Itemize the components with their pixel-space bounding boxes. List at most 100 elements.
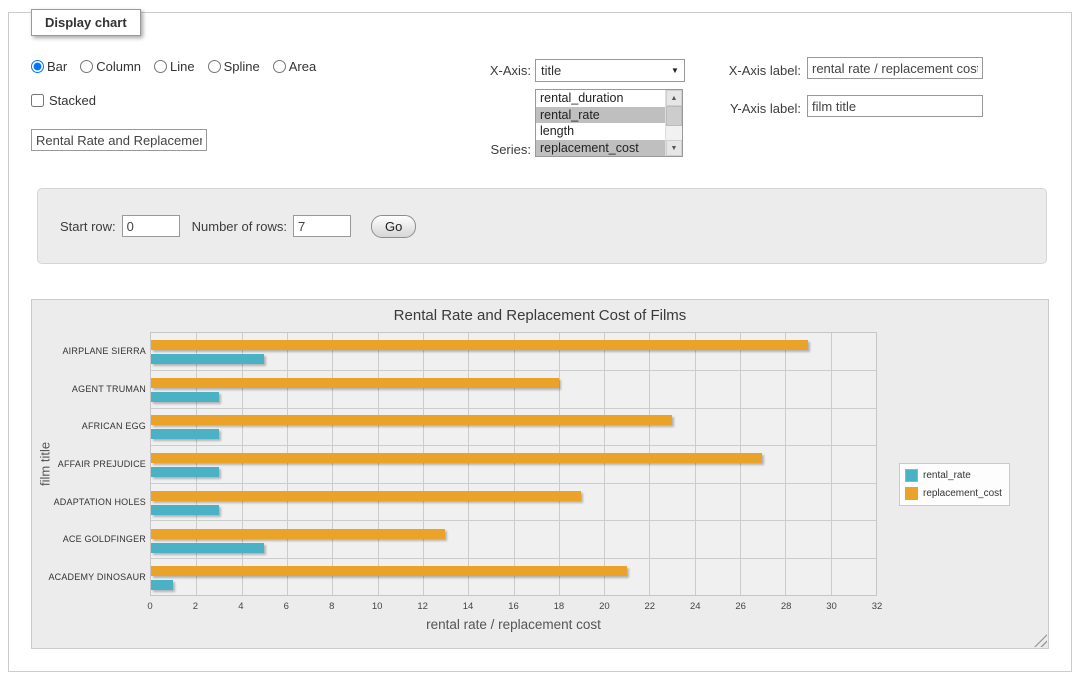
gridline — [740, 333, 741, 595]
bar-replacement_cost — [151, 491, 581, 501]
x-tick-label: 8 — [329, 601, 334, 612]
series-listbox[interactable]: rental_durationrental_ratelengthreplacem… — [535, 89, 683, 157]
listbox-scrollbar[interactable]: ▲ ▼ — [665, 90, 682, 156]
bar-rental_rate — [151, 505, 219, 515]
start-row-input[interactable] — [122, 215, 180, 237]
stacked-label: Stacked — [49, 93, 96, 108]
gridline — [378, 333, 379, 595]
chart-type-radio-area[interactable] — [273, 60, 286, 73]
row-range-box: Start row: Number of rows: Go — [37, 188, 1047, 264]
x-tick-label: 16 — [508, 601, 519, 612]
gridline — [151, 483, 876, 484]
chart-title-input[interactable] — [31, 129, 207, 151]
bar-rental_rate — [151, 354, 264, 364]
gridline — [151, 408, 876, 409]
x-axis-label-field-label: X-Axis label: — [709, 63, 801, 78]
chart-legend: rental_rate replacement_cost — [899, 463, 1010, 506]
category-label: AFFAIR PREJUDICE — [60, 445, 146, 483]
x-axis-select-label: X-Axis: — [439, 63, 531, 78]
series-option-length[interactable]: length — [536, 123, 665, 140]
y-axis-label-input[interactable] — [807, 95, 983, 117]
chart-container: Rental Rate and Replacement Cost of Film… — [31, 299, 1049, 649]
chart-type-column[interactable]: Column — [80, 59, 141, 74]
x-axis-select-value: title — [541, 63, 561, 78]
scroll-up-icon[interactable]: ▲ — [666, 90, 682, 106]
gridline — [151, 445, 876, 446]
x-tick-label: 6 — [284, 601, 289, 612]
x-tick-label: 2 — [193, 601, 198, 612]
chart-type-line[interactable]: Line — [154, 59, 195, 74]
bar-replacement_cost — [151, 378, 559, 388]
chart-type-spline[interactable]: Spline — [208, 59, 260, 74]
gridline — [831, 333, 832, 595]
bar-replacement_cost — [151, 340, 808, 350]
gridline — [604, 333, 605, 595]
series-option-replacement_cost[interactable]: replacement_cost — [536, 140, 665, 157]
x-tick-label: 4 — [238, 601, 243, 612]
bar-rental_rate — [151, 429, 219, 439]
gridline — [332, 333, 333, 595]
chart-type-bar[interactable]: Bar — [31, 59, 67, 74]
gridline — [514, 333, 515, 595]
x-tick-label: 12 — [417, 601, 428, 612]
gridline — [151, 520, 876, 521]
series-select-label: Series: — [439, 142, 531, 157]
start-row-label: Start row: — [60, 219, 116, 234]
gridline — [423, 333, 424, 595]
bar-replacement_cost — [151, 415, 672, 425]
resize-grip-icon[interactable] — [1034, 634, 1047, 647]
x-tick-label: 22 — [645, 601, 656, 612]
gridline — [468, 333, 469, 595]
x-axis-select[interactable]: title ▼ — [535, 59, 685, 82]
x-tick-label: 10 — [372, 601, 383, 612]
x-tick-label: 26 — [735, 601, 746, 612]
category-label: AFRICAN EGG — [60, 407, 146, 445]
category-label: ADAPTATION HOLES — [60, 483, 146, 521]
legend-label: replacement_cost — [923, 488, 1002, 499]
gridline — [151, 558, 876, 559]
bar-rental_rate — [151, 392, 219, 402]
panel-title: Display chart — [31, 9, 141, 36]
x-axis-label-input[interactable] — [807, 57, 983, 79]
gridline — [695, 333, 696, 595]
scrollbar-thumb[interactable] — [666, 106, 682, 126]
chart-title: Rental Rate and Replacement Cost of Film… — [32, 307, 1048, 324]
legend-item-rental_rate: rental_rate — [905, 469, 1002, 482]
chevron-down-icon[interactable]: ▼ — [666, 60, 684, 81]
x-tick-label: 20 — [599, 601, 610, 612]
bar-replacement_cost — [151, 566, 627, 576]
gridline — [559, 333, 560, 595]
num-rows-input[interactable] — [293, 215, 351, 237]
x-tick-label: 24 — [690, 601, 701, 612]
stacked-checkbox[interactable] — [31, 94, 44, 107]
chart-type-radio-column[interactable] — [80, 60, 93, 73]
legend-label: rental_rate — [923, 470, 971, 481]
series-option-rental_duration[interactable]: rental_duration — [536, 90, 665, 107]
bar-rental_rate — [151, 467, 219, 477]
go-button[interactable]: Go — [371, 215, 416, 238]
bar-replacement_cost — [151, 529, 445, 539]
y-axis-title: film title — [32, 332, 58, 596]
scroll-down-icon[interactable]: ▼ — [666, 140, 682, 156]
legend-item-replacement_cost: replacement_cost — [905, 487, 1002, 500]
chart-type-label: Column — [96, 59, 141, 74]
bar-replacement_cost — [151, 453, 762, 463]
x-tick-label: 18 — [554, 601, 565, 612]
stacked-checkbox-row[interactable]: Stacked — [31, 93, 96, 108]
chart-type-radio-spline[interactable] — [208, 60, 221, 73]
chart-type-label: Spline — [224, 59, 260, 74]
series-options: rental_durationrental_ratelengthreplacem… — [536, 90, 665, 156]
y-axis-label-field-label: Y-Axis label: — [709, 101, 801, 116]
chart-type-label: Area — [289, 59, 316, 74]
plot-area — [150, 332, 877, 596]
gridline — [151, 370, 876, 371]
chart-type-radio-bar[interactable] — [31, 60, 44, 73]
series-option-rental_rate[interactable]: rental_rate — [536, 107, 665, 124]
chart-type-radios: Bar Column Line Spline Area — [31, 59, 316, 74]
category-label: ACE GOLDFINGER — [60, 521, 146, 559]
gridline — [785, 333, 786, 595]
category-labels: AIRPLANE SIERRAAGENT TRUMANAFRICAN EGGAF… — [60, 332, 146, 596]
legend-swatch — [905, 487, 918, 500]
chart-type-radio-line[interactable] — [154, 60, 167, 73]
chart-type-area[interactable]: Area — [273, 59, 316, 74]
